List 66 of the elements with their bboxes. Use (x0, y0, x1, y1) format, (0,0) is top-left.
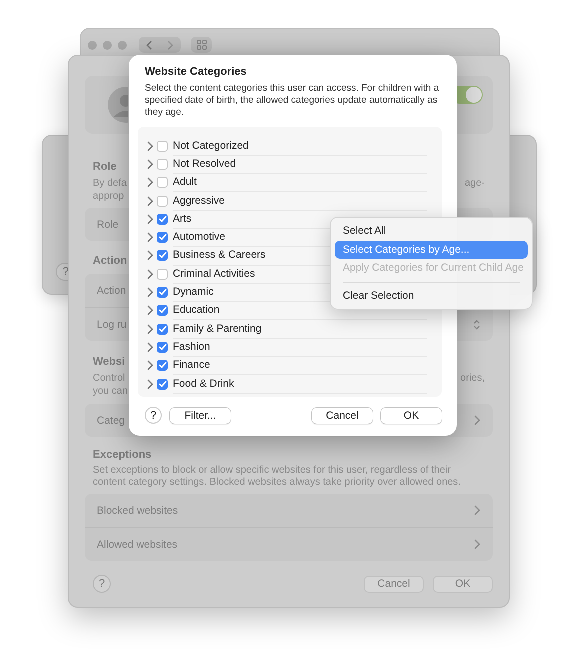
chevron-right-icon[interactable] (474, 505, 481, 516)
checkbox[interactable] (157, 177, 168, 188)
chevron-right-icon[interactable] (147, 305, 154, 316)
section-heading: Role (92, 161, 117, 174)
chevron-right-icon[interactable] (147, 177, 154, 188)
category-label: Finance (173, 356, 427, 376)
grid-view-button[interactable] (191, 37, 212, 53)
help-button[interactable]: ? (145, 407, 162, 424)
chevron-right-icon[interactable] (147, 140, 154, 152)
description-text: ories, (460, 372, 485, 385)
back-icon[interactable] (146, 40, 153, 50)
category-label: Adult (173, 173, 427, 192)
chevron-right-icon[interactable] (147, 378, 154, 390)
dialog-title: Website Categories (145, 66, 248, 78)
section-heading: Action (92, 255, 128, 268)
section-heading: Websi (92, 356, 126, 369)
chevron-right-icon[interactable] (474, 415, 481, 426)
row-label: Log ru (97, 318, 127, 330)
cancel-button[interactable]: Cancel (312, 408, 373, 424)
row-label: Allowed websites (97, 538, 178, 550)
section-heading: Exceptions (92, 449, 152, 462)
checkbox[interactable] (157, 378, 168, 390)
chevron-right-icon[interactable] (147, 196, 154, 207)
checkbox[interactable] (157, 287, 168, 298)
chevron-right-icon[interactable] (147, 342, 154, 353)
dialog-description: Select the content categories this user can access. For children with a specified date of birth, the allowed categories update automatically as they age. (145, 83, 440, 119)
category-label: Aggressive (173, 191, 427, 211)
chevron-right-icon[interactable] (147, 158, 154, 170)
checkbox[interactable] (157, 196, 168, 207)
row-label: Action (97, 284, 126, 296)
ok-button[interactable]: OK (381, 408, 442, 424)
chevron-right-icon[interactable] (147, 324, 154, 335)
chevron-right-icon[interactable] (147, 250, 154, 262)
checkbox[interactable] (157, 232, 168, 244)
checkbox[interactable] (157, 140, 168, 152)
row-label: Categ (97, 414, 126, 426)
chevron-right-icon[interactable] (474, 539, 481, 550)
description-text: approp (93, 190, 124, 203)
grid-icon (196, 40, 206, 50)
chevron-right-icon[interactable] (147, 268, 154, 280)
row-label: Blocked websites (97, 504, 178, 516)
chevron-right-icon[interactable] (147, 232, 154, 244)
filter-button[interactable]: Filter... (170, 408, 231, 424)
row-label: Role (97, 218, 119, 230)
description-text: age- (464, 177, 485, 190)
description-text: Control (93, 372, 126, 385)
checkbox[interactable] (157, 342, 168, 353)
category-label: Not Categorized (173, 136, 427, 156)
category-label: Food & Drink (173, 374, 427, 394)
chevron-right-icon[interactable] (147, 360, 154, 372)
checkbox[interactable] (157, 158, 168, 170)
category-label: Not Resolved (173, 154, 427, 174)
checkbox[interactable] (157, 214, 168, 225)
chevron-right-icon[interactable] (147, 287, 154, 298)
description-text: Set exceptions to block or allow specific websites for this user, regardless of their content category settings. Blocked websites always take priority over allowed ones. (92, 465, 462, 489)
category-label: Fashion (173, 338, 427, 358)
checkbox[interactable] (157, 324, 168, 335)
description-text: By defa (93, 177, 127, 190)
up-down-chevron-icon[interactable] (473, 318, 481, 330)
category-label: Family & Parenting (173, 319, 427, 339)
description-text: you can (93, 385, 128, 398)
checkbox[interactable] (157, 268, 168, 280)
checkbox[interactable] (157, 250, 168, 262)
checkbox[interactable] (157, 305, 168, 316)
checkbox[interactable] (157, 360, 168, 372)
chevron-right-icon[interactable] (147, 214, 154, 225)
